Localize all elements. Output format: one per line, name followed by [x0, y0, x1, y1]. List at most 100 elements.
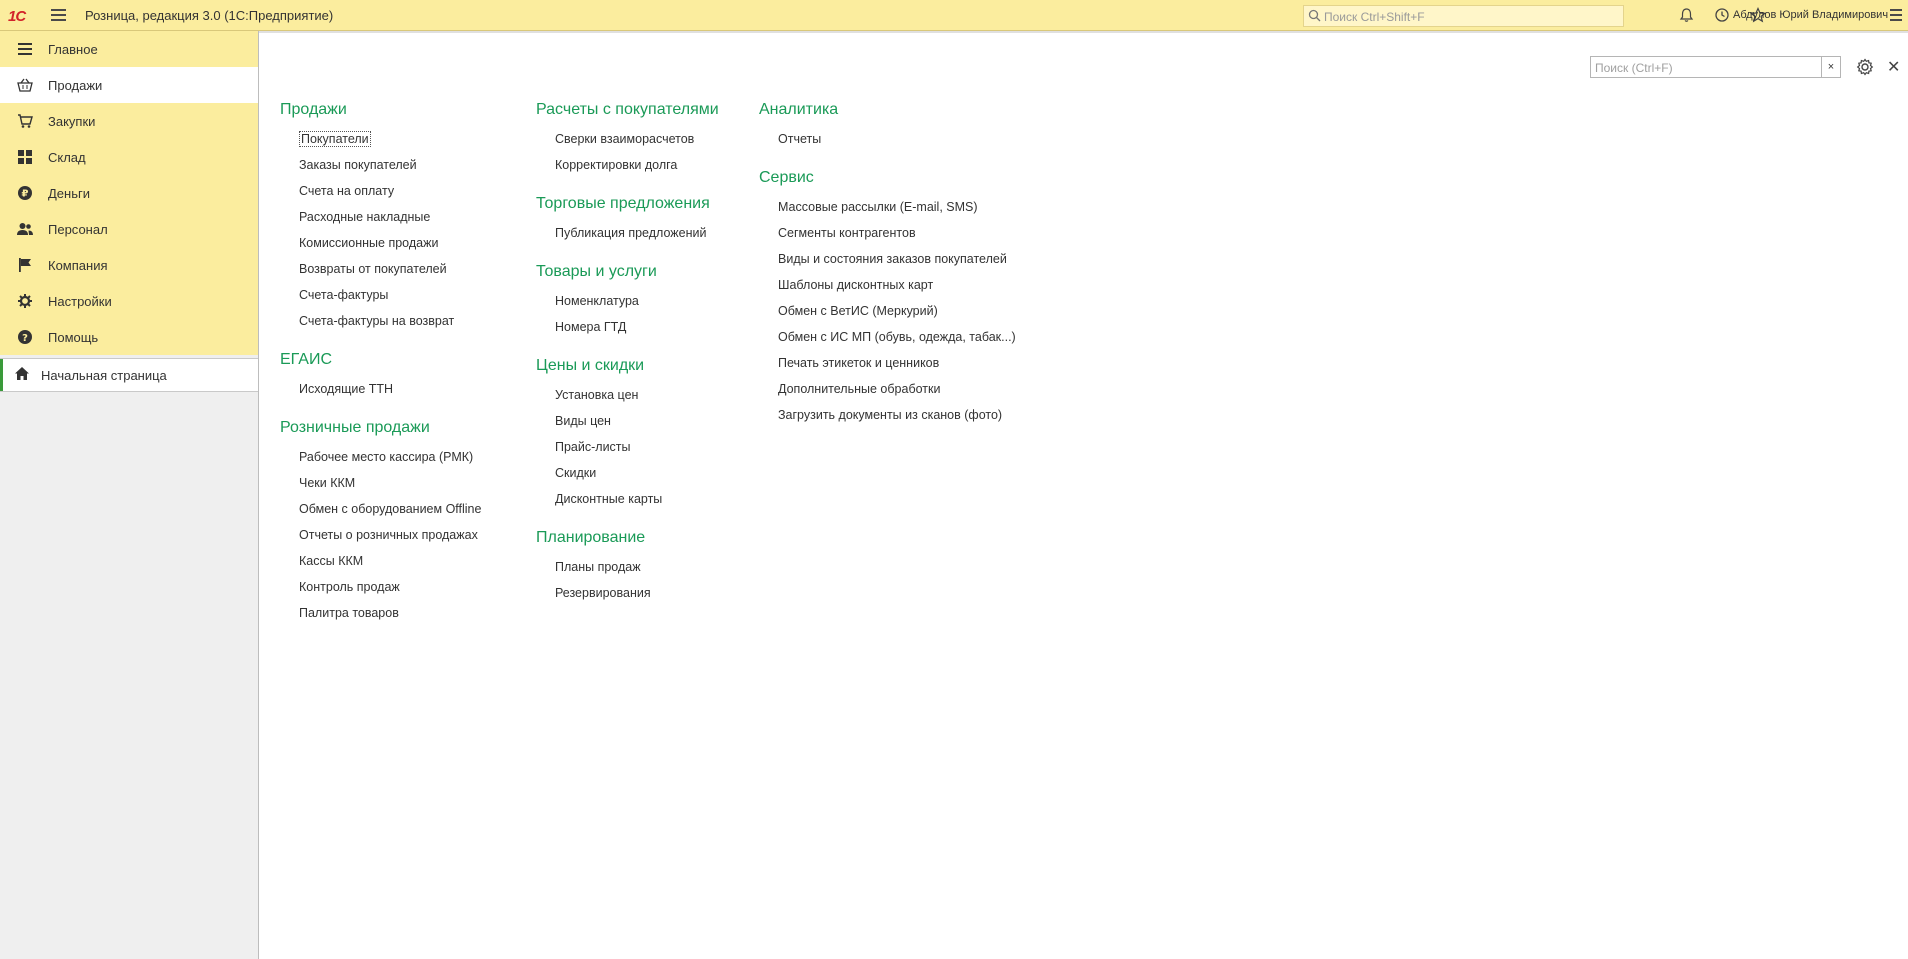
clear-search-button[interactable]: × — [1821, 56, 1841, 78]
link-discount-cards[interactable]: Дисконтные карты — [536, 490, 719, 516]
link-settlement-reconciliation[interactable]: Сверки взаиморасчетов — [536, 130, 719, 156]
sidebar-item-label: Продажи — [48, 77, 103, 93]
sidebar-item-company[interactable]: Компания — [0, 247, 258, 283]
link-cashier-workplace[interactable]: Рабочее место кассира (РМК) — [280, 448, 481, 474]
list-icon — [17, 41, 33, 57]
link-price-types[interactable]: Виды цен — [536, 412, 719, 438]
global-search-placeholder: Поиск Ctrl+Shift+F — [1324, 10, 1425, 24]
link-additional-processing[interactable]: Дополнительные обработки — [759, 380, 1016, 406]
ruble-icon: ₽ — [17, 185, 33, 201]
main-content: Поиск (Ctrl+F) × ✕ Продажи Покупатели За… — [259, 31, 1908, 959]
help-icon: ? — [17, 329, 33, 345]
sidebar-item-label: Главное — [48, 41, 98, 57]
svg-text:?: ? — [22, 333, 28, 344]
column-2: Расчеты с покупателями Сверки взаиморасч… — [536, 99, 719, 610]
settings-menu-icon[interactable] — [1890, 9, 1902, 24]
sidebar-item-main[interactable]: Главное — [0, 31, 258, 67]
link-commission-sales[interactable]: Комиссионные продажи — [280, 234, 481, 260]
form-search-input[interactable]: Поиск (Ctrl+F) — [1590, 56, 1822, 78]
main-menu-icon[interactable] — [51, 9, 66, 21]
open-windows-panel: Начальная страница — [0, 358, 258, 392]
link-discount-card-templates[interactable]: Шаблоны дисконтных карт — [759, 276, 1016, 302]
form-search-placeholder: Поиск (Ctrl+F) — [1595, 61, 1673, 75]
link-vetis-exchange[interactable]: Обмен с ВетИС (Меркурий) — [759, 302, 1016, 328]
link-retail-reports[interactable]: Отчеты о розничных продажах — [280, 526, 481, 552]
link-customer-returns[interactable]: Возвраты от покупателей — [280, 260, 481, 286]
link-offline-equipment[interactable]: Обмен с оборудованием Offline — [280, 500, 481, 526]
section-title: Цены и скидки — [536, 357, 645, 374]
link-discounts[interactable]: Скидки — [536, 464, 719, 490]
column-3: Аналитика Отчеты Сервис Массовые рассылк… — [759, 99, 1016, 432]
section-title: Расчеты с покупателями — [536, 101, 719, 118]
link-reservations[interactable]: Резервирования — [536, 584, 719, 610]
sidebar-item-purchases[interactable]: Закупки — [0, 103, 258, 139]
link-kkm-registers[interactable]: Кассы ККМ — [280, 552, 481, 578]
link-nomenclature[interactable]: Номенклатура — [536, 292, 719, 318]
cart-icon — [17, 113, 33, 129]
section-title: Аналитика — [759, 101, 839, 118]
link-price-lists[interactable]: Прайс-листы — [536, 438, 719, 464]
section-title: Сервис — [759, 169, 814, 186]
form-settings-icon[interactable] — [1856, 58, 1874, 76]
link-label-printing[interactable]: Печать этикеток и ценников — [759, 354, 1016, 380]
basket-icon — [17, 77, 33, 93]
link-return-tax-invoices[interactable]: Счета-фактуры на возврат — [280, 312, 481, 338]
link-mass-mailing[interactable]: Массовые рассылки (E-mail, SMS) — [759, 198, 1016, 224]
link-publish-offers[interactable]: Публикация предложений — [536, 224, 719, 250]
column-1: Продажи Покупатели Заказы покупателей Сч… — [280, 99, 481, 630]
sidebar-item-money[interactable]: ₽ Деньги — [0, 175, 258, 211]
section-title: ЕГАИС — [280, 351, 332, 368]
sidebar: Главное Продажи Закупки Склад ₽ Деньги П… — [0, 31, 259, 959]
link-order-states[interactable]: Виды и состояния заказов покупателей — [759, 250, 1016, 276]
link-debt-adjustments[interactable]: Корректировки долга — [536, 156, 719, 182]
app-title: Розница, редакция 3.0 (1С:Предприятие) — [85, 8, 334, 23]
search-icon — [1308, 9, 1321, 22]
open-page-label: Начальная страница — [41, 367, 167, 383]
link-goods-palette[interactable]: Палитра товаров — [280, 604, 481, 630]
link-buyers[interactable]: Покупатели — [280, 130, 481, 156]
section-title: Товары и услуги — [536, 263, 657, 280]
app-logo: 1C — [8, 8, 26, 25]
home-icon — [15, 367, 29, 383]
link-scan-documents[interactable]: Загрузить документы из сканов (фото) — [759, 406, 1016, 432]
sections-panel: Главное Продажи Закупки Склад ₽ Деньги П… — [0, 31, 258, 355]
link-sales-control[interactable]: Контроль продаж — [280, 578, 481, 604]
svg-text:₽: ₽ — [22, 189, 29, 200]
link-customer-orders[interactable]: Заказы покупателей — [280, 156, 481, 182]
flag-icon — [17, 257, 33, 273]
sidebar-item-label: Деньги — [48, 185, 90, 201]
section-title: Розничные продажи — [280, 419, 430, 436]
sidebar-item-staff[interactable]: Персонал — [0, 211, 258, 247]
sidebar-item-settings[interactable]: Настройки — [0, 283, 258, 319]
section-title: Торговые предложения — [536, 195, 710, 212]
sidebar-item-warehouse[interactable]: Склад — [0, 139, 258, 175]
link-reports[interactable]: Отчеты — [759, 130, 1016, 156]
link-tax-invoices[interactable]: Счета-фактуры — [280, 286, 481, 312]
gear-icon — [17, 293, 33, 309]
link-kkm-receipts[interactable]: Чеки ККМ — [280, 474, 481, 500]
link-counterparty-segments[interactable]: Сегменты контрагентов — [759, 224, 1016, 250]
sidebar-item-sales[interactable]: Продажи — [0, 67, 258, 103]
people-icon — [17, 221, 33, 237]
link-invoices-for-payment[interactable]: Счета на оплату — [280, 182, 481, 208]
bell-icon[interactable] — [1677, 7, 1695, 25]
sidebar-item-label: Персонал — [48, 221, 108, 237]
sidebar-item-label: Компания — [48, 257, 108, 273]
warehouse-icon — [17, 149, 33, 165]
link-sales-plans[interactable]: Планы продаж — [536, 558, 719, 584]
link-price-setting[interactable]: Установка цен — [536, 386, 719, 412]
close-icon[interactable]: ✕ — [1887, 57, 1900, 77]
open-page-home[interactable]: Начальная страница — [0, 359, 258, 391]
section-title: Планирование — [536, 529, 646, 546]
global-search-input[interactable]: Поиск Ctrl+Shift+F — [1303, 5, 1624, 27]
section-title: Продажи — [280, 101, 347, 118]
sidebar-item-help[interactable]: ? Помощь — [0, 319, 258, 355]
link-ismp-exchange[interactable]: Обмен с ИС МП (обувь, одежда, табак...) — [759, 328, 1016, 354]
user-name[interactable]: Абдулов Юрий Владимирович — [1733, 9, 1888, 21]
link-gtd-numbers[interactable]: Номера ГТД — [536, 318, 719, 344]
link-outgoing-ttn[interactable]: Исходящие ТТН — [280, 380, 481, 406]
history-icon[interactable] — [1713, 7, 1731, 25]
link-sales-invoices[interactable]: Расходные накладные — [280, 208, 481, 234]
sidebar-item-label: Помощь — [48, 329, 99, 345]
sidebar-item-label: Склад — [48, 149, 86, 165]
